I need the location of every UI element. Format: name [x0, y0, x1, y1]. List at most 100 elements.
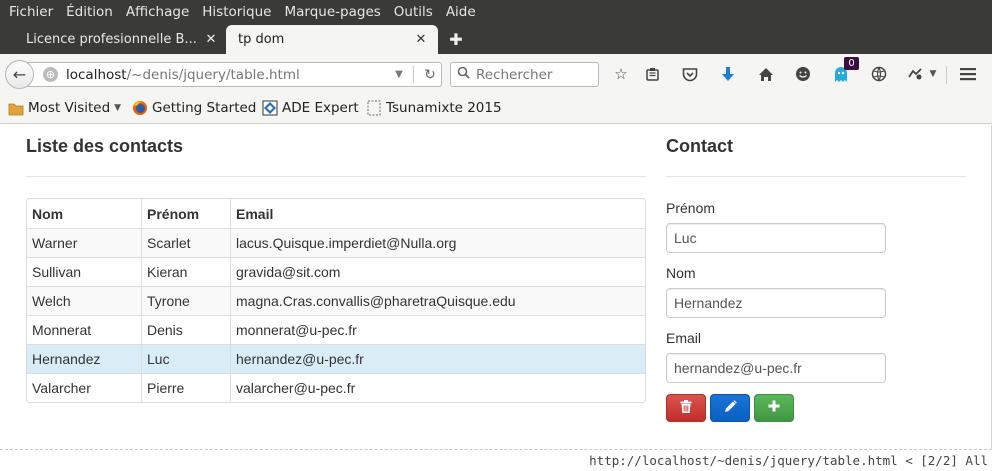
cell-nom: Monnerat: [27, 315, 141, 344]
cell-prenom: Pierre: [141, 373, 230, 402]
menu-outils[interactable]: Outils: [387, 4, 439, 20]
search-placeholder: Rechercher: [476, 66, 553, 83]
trash-icon: [680, 399, 692, 417]
cell-nom: Valarcher: [27, 373, 141, 402]
cell-prenom: Luc: [141, 344, 230, 373]
cell-prenom: Tyrone: [141, 286, 230, 315]
page-icon: [366, 100, 382, 116]
prenom-label: Prénom: [666, 200, 716, 216]
menu-bar: Fichier Édition Affichage Historique Mar…: [0, 0, 992, 24]
bookmark-label: Tsunamixte 2015: [386, 100, 502, 116]
menu-historique[interactable]: Historique: [195, 4, 277, 20]
cell-prenom: Denis: [141, 315, 230, 344]
menu-affichage[interactable]: Affichage: [119, 4, 195, 20]
bookmark-tsunamixte[interactable]: Tsunamixte 2015: [366, 100, 502, 116]
add-button[interactable]: [754, 394, 794, 422]
column-header-prenom[interactable]: Prénom: [141, 199, 230, 228]
cell-email: gravida@sit.com: [230, 257, 645, 286]
url-text[interactable]: localhost/~denis/jquery/table.html: [66, 67, 390, 83]
table-row-selected[interactable]: Hernandez Luc hernandez@u-pec.fr: [27, 344, 645, 373]
prenom-field[interactable]: [666, 223, 886, 253]
divider: [26, 176, 646, 177]
list-title: Liste des contacts: [26, 136, 184, 156]
bookmark-label: ADE Expert: [282, 100, 359, 116]
status-bar: http://localhost/~denis/jquery/table.htm…: [0, 449, 992, 471]
table-row[interactable]: Welch Tyrone magna.Cras.convallis@pharet…: [27, 286, 645, 315]
search-icon: [457, 66, 470, 83]
menu-aide[interactable]: Aide: [439, 4, 482, 20]
contacts-table: Nom Prénom Email Warner Scarlet lacus.Qu…: [26, 198, 646, 403]
cell-nom: Hernandez: [27, 344, 141, 373]
bookmark-ade-expert[interactable]: ADE Expert: [262, 100, 359, 116]
search-input[interactable]: Rechercher: [450, 62, 599, 87]
bookmark-label: Getting Started: [152, 100, 257, 116]
menu-fichier[interactable]: Fichier: [2, 4, 59, 20]
edit-button[interactable]: [710, 394, 750, 422]
column-header-email[interactable]: Email: [230, 199, 645, 228]
close-icon[interactable]: ✕: [414, 32, 428, 47]
page-content: Liste des contacts Nom Prénom Email Warn…: [0, 125, 992, 449]
nom-field[interactable]: [666, 288, 886, 318]
toolbar-divider: [946, 66, 947, 84]
table-row[interactable]: Monnerat Denis monnerat@u-pec.fr: [27, 315, 645, 344]
firefox-icon: [132, 100, 148, 116]
reload-icon[interactable]: ↻: [419, 67, 441, 83]
table-row[interactable]: Warner Scarlet lacus.Quisque.imperdiet@N…: [27, 228, 645, 257]
table-row[interactable]: Sullivan Kieran gravida@sit.com: [27, 257, 645, 286]
bookmark-getting-started[interactable]: Getting Started: [132, 100, 256, 116]
nom-label: Nom: [666, 265, 696, 281]
url-host: localhost: [66, 66, 127, 83]
bookmark-star-icon[interactable]: ☆: [610, 63, 632, 85]
tab-strip: Licence profesionnelle B... ✕ tp dom ✕: [0, 24, 992, 54]
bookmark-label: Most Visited: [28, 100, 111, 116]
tab-tp-dom[interactable]: tp dom ✕: [226, 25, 438, 54]
contact-title: Contact: [666, 136, 733, 156]
extension-icon[interactable]: [904, 63, 926, 85]
plus-icon: [768, 400, 780, 416]
cell-prenom: Kieran: [141, 257, 230, 286]
cell-email: hernandez@u-pec.fr: [230, 344, 645, 373]
history-dropdown-icon[interactable]: ▼: [390, 69, 408, 80]
globe-icon: ⊕: [43, 67, 58, 82]
hello-smiley-icon[interactable]: [792, 63, 814, 85]
email-field[interactable]: [666, 353, 886, 383]
menu-marque-pages[interactable]: Marque-pages: [278, 4, 387, 20]
chevron-down-icon: ▼: [114, 103, 122, 113]
status-text: http://localhost/~denis/jquery/table.htm…: [589, 453, 988, 468]
arrow-left-icon: ←: [12, 65, 27, 84]
tab-title: tp dom: [238, 32, 285, 47]
menu-edition[interactable]: Édition: [59, 4, 119, 20]
cell-email: magna.Cras.convallis@pharetraQuisque.edu: [230, 286, 645, 315]
column-header-nom[interactable]: Nom: [27, 199, 141, 228]
cell-nom: Warner: [27, 228, 141, 257]
download-icon[interactable]: [717, 63, 739, 85]
url-path: /~denis/jquery/table.html: [126, 66, 300, 83]
hamburger-menu-icon[interactable]: [957, 63, 979, 85]
pencil-icon: [724, 399, 737, 417]
cell-nom: Welch: [27, 286, 141, 315]
bookmark-most-visited[interactable]: Most Visited ▼: [8, 100, 121, 116]
divider: [666, 176, 966, 177]
notification-badge: 0: [844, 57, 859, 70]
cell-email: valarcher@u-pec.fr: [230, 373, 645, 402]
close-icon[interactable]: ✕: [204, 32, 218, 47]
tab-licence[interactable]: Licence profesionnelle B... ✕: [14, 25, 228, 54]
table-row[interactable]: Valarcher Pierre valarcher@u-pec.fr: [27, 373, 645, 402]
table-header-row: Nom Prénom Email: [27, 199, 645, 228]
tab-title: Licence profesionnelle B...: [26, 32, 197, 47]
back-button[interactable]: ←: [5, 60, 34, 89]
globe-extension-icon[interactable]: [868, 63, 890, 85]
extension-dropdown-icon[interactable]: ▼: [926, 63, 940, 85]
cell-email: monnerat@u-pec.fr: [230, 315, 645, 344]
url-bar[interactable]: ⊕ localhost/~denis/jquery/table.html ▼ ↻: [26, 62, 442, 87]
delete-button[interactable]: [666, 394, 706, 422]
cell-email: lacus.Quisque.imperdiet@Nulla.org: [230, 228, 645, 257]
home-icon[interactable]: [755, 63, 777, 85]
email-label: Email: [666, 330, 702, 346]
new-tab-plus-icon[interactable]: ✚: [447, 30, 465, 49]
ade-icon: [262, 100, 278, 116]
reading-list-icon[interactable]: [641, 63, 663, 85]
bookmarks-toolbar: Most Visited ▼ Getting Started ADE Exper…: [0, 94, 992, 124]
cell-prenom: Scarlet: [141, 228, 230, 257]
pocket-icon[interactable]: [679, 63, 701, 85]
